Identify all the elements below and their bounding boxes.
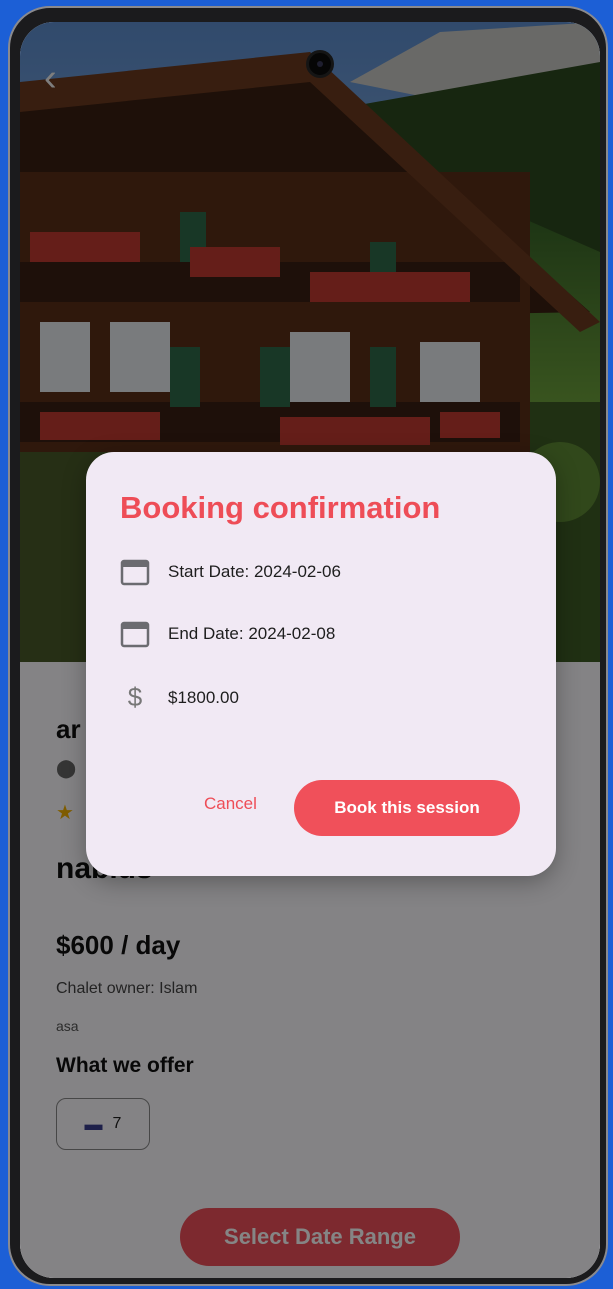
- app-screen: ‹ ar ⬤ ★ nablus $600 / day Chalet owner:…: [20, 22, 600, 1278]
- booking-confirmation-dialog: Booking confirmation Start Date: 2024-02…: [86, 452, 556, 876]
- book-session-button[interactable]: Book this session: [294, 780, 520, 836]
- calendar-icon: [120, 620, 150, 648]
- start-date-text: Start Date: 2024-02-06: [168, 562, 341, 581]
- dollar-icon: $: [127, 682, 143, 712]
- dialog-title: Booking confirmation: [120, 490, 441, 525]
- calendar-icon: [120, 558, 150, 586]
- end-date-row: End Date: 2024-02-08: [120, 620, 335, 648]
- end-date-text: End Date: 2024-02-08: [168, 624, 336, 643]
- total-price-row: $ $1800.00: [120, 682, 239, 713]
- total-price-text: $1800.00: [168, 687, 239, 707]
- cancel-button[interactable]: Cancel: [204, 794, 257, 814]
- phone-frame: ‹ ar ⬤ ★ nablus $600 / day Chalet owner:…: [8, 6, 608, 1286]
- start-date-row: Start Date: 2024-02-06: [120, 558, 341, 586]
